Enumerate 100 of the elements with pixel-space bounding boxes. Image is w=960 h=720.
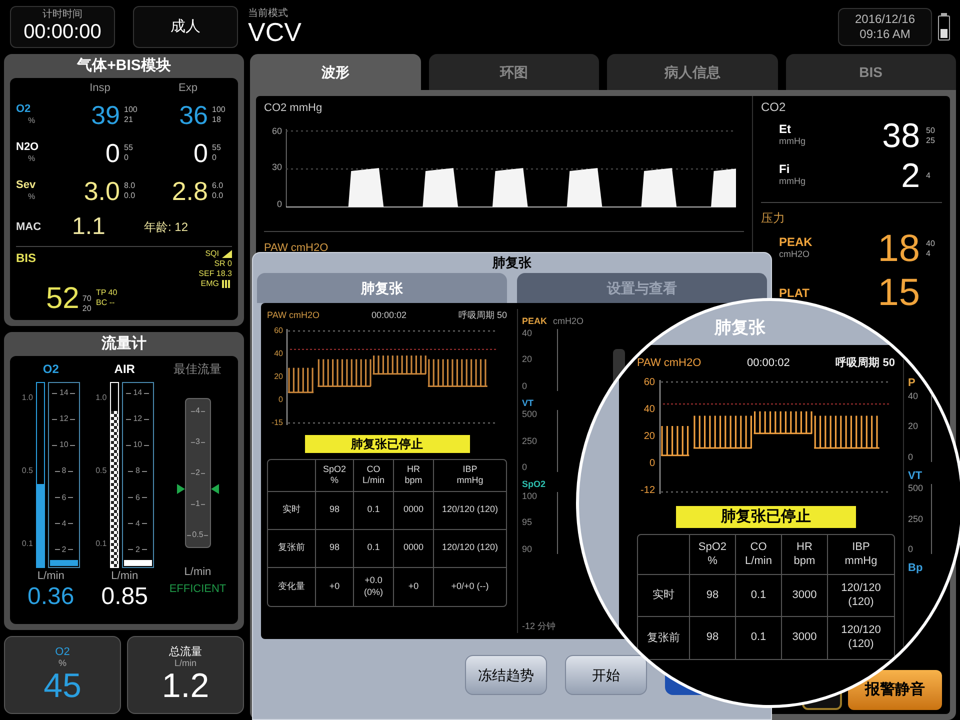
alarm-limit: 4 — [926, 171, 932, 181]
cycle-count: 呼吸周期 50 — [458, 309, 507, 322]
table-cell: 3000 — [782, 575, 828, 616]
scale-label: 14 — [59, 389, 68, 397]
table-cell-text: +0/+0 (--) — [450, 580, 490, 593]
alarm-limit: 25 — [926, 136, 936, 146]
gas-unit: % — [28, 152, 36, 164]
scale-label: 2 — [62, 546, 66, 554]
axis-tick-label: 0 — [522, 463, 528, 472]
axis-tick-label: 30 — [272, 163, 282, 172]
chart-label: PAW cmH2O — [267, 309, 320, 322]
table-cell: +0 — [394, 568, 434, 606]
patient-type-button[interactable]: 成人 — [133, 6, 238, 48]
table-cell-text: 120/120 (120) — [440, 503, 500, 516]
axis-tick-label: -12 — [640, 486, 655, 496]
axis-tick-label: 500 — [522, 410, 538, 419]
level-bars-icon — [222, 280, 232, 288]
column-header: HR bpm — [782, 535, 828, 574]
cycle-count: 呼吸周期 50 — [836, 356, 895, 371]
view-tab[interactable]: BIS — [786, 54, 956, 90]
unit-label: L/min — [111, 569, 138, 584]
axis-tick-label: -15 — [271, 418, 283, 426]
panel-title: 流量计 — [100, 334, 148, 354]
parameter-value: 2 — [901, 159, 920, 193]
column-header: Insp — [88, 81, 112, 96]
signal-strength-icon — [222, 250, 232, 258]
table-cell: 0000 — [394, 492, 434, 528]
gas-value: 2.8 — [172, 178, 208, 204]
dialog-button[interactable]: 开始 — [565, 655, 647, 695]
optimal-flow-label: 最佳流量 — [174, 361, 222, 378]
gas-value: 3.0 — [84, 178, 120, 204]
scale-label: 8 — [62, 467, 66, 476]
alarm-silence-button[interactable]: 报警静音 — [848, 670, 942, 710]
axis-tick-label: 60 — [644, 378, 655, 388]
axis-tick-label: 90 — [522, 544, 534, 554]
unit-label: L/min — [37, 569, 64, 584]
parameter-unit: cmH2O — [779, 248, 811, 262]
gas-value: 39 — [91, 102, 120, 128]
table-cell-text: 120/120 (120) — [840, 580, 882, 610]
scale-label: 12 — [133, 415, 142, 424]
view-tab[interactable]: 病人信息 — [607, 54, 778, 90]
view-tab[interactable]: 环图 — [428, 54, 599, 90]
row-label: 变化量 — [268, 568, 316, 606]
gas-label: O2 — [42, 361, 59, 378]
gas-label: AIR — [114, 361, 135, 378]
row-label: 复张前 — [638, 617, 690, 659]
scale-label: 10 — [59, 441, 68, 450]
alarm-limit: 20 — [82, 304, 92, 314]
gas-name: N2O — [16, 142, 39, 152]
axis-tick-label: 20 — [908, 422, 920, 431]
alarm-limit: 0.0 — [124, 191, 136, 201]
dialog-button[interactable]: 冻结趋势 — [465, 655, 547, 695]
bis-parameter: EMG — [200, 279, 219, 289]
elapsed-time: 00:00:02 — [747, 356, 790, 371]
axis-tick-label: 20 — [644, 432, 655, 442]
bis-value: 52 — [46, 284, 80, 314]
table-cell-text: 120/120 (120) — [440, 541, 500, 554]
column-header: Exp — [178, 81, 198, 96]
parameter-name: PLAT — [779, 287, 810, 299]
elapsed-time: 00:00:02 — [371, 309, 407, 322]
column-header: CO L/min — [354, 460, 394, 490]
bis-parameter: SR 0 — [214, 259, 232, 269]
parameter-unit: mmHg — [779, 135, 806, 148]
dialog-title: 肺复张 — [491, 254, 532, 272]
scale-label: 2 — [196, 469, 200, 477]
scale-label: 0.5 — [96, 465, 107, 477]
column-header: HR bpm — [394, 460, 434, 490]
view-tab[interactable]: 波形 — [250, 54, 420, 90]
scale-label: 0.5 — [192, 531, 204, 539]
unit-label: L/min — [184, 565, 212, 580]
table-cell: 3000 — [782, 617, 828, 659]
table-cell: 98 — [690, 617, 736, 659]
axis-tick-label: 60 — [274, 326, 283, 334]
dialog-tab[interactable]: 肺复张 — [257, 273, 507, 303]
waveform-label: PAW cmH2O — [264, 240, 330, 256]
alarm-limit: 100 — [212, 105, 226, 115]
bis-label: BIS — [16, 250, 38, 267]
bis-parameter: BC -- — [96, 298, 116, 308]
axis-tick-label: 0 — [522, 382, 528, 390]
trend-unit: cmH2O — [553, 315, 584, 328]
scale-label: 1 — [196, 500, 200, 508]
alarm-limit: 70 — [82, 294, 92, 304]
flow-status: EFFICIENT — [169, 582, 226, 596]
tile-unit: % — [58, 658, 66, 670]
trend-name: PEAK — [522, 315, 548, 328]
trend-name: VT — [908, 468, 924, 484]
axis-tick-label: 250 — [908, 514, 924, 524]
axis-tick-label: 40 — [522, 328, 534, 338]
date-text: 2016/12/16 — [854, 12, 916, 27]
table-cell: 0.1 — [354, 530, 394, 566]
alarm-limit: 18 — [212, 115, 222, 125]
scale-label: 1.0 — [22, 392, 33, 404]
gas-unit: % — [28, 190, 36, 202]
tile-label: 总流量 — [169, 646, 202, 658]
trend-name: SpO2 — [522, 478, 546, 491]
mac-value: 1.1 — [71, 215, 106, 239]
scale-label: 8 — [135, 467, 140, 476]
table-cell-text: 120/120 (120) — [840, 623, 882, 652]
alarm-limit: 21 — [124, 115, 134, 125]
time-axis-label: -12 分钟 — [522, 620, 557, 632]
